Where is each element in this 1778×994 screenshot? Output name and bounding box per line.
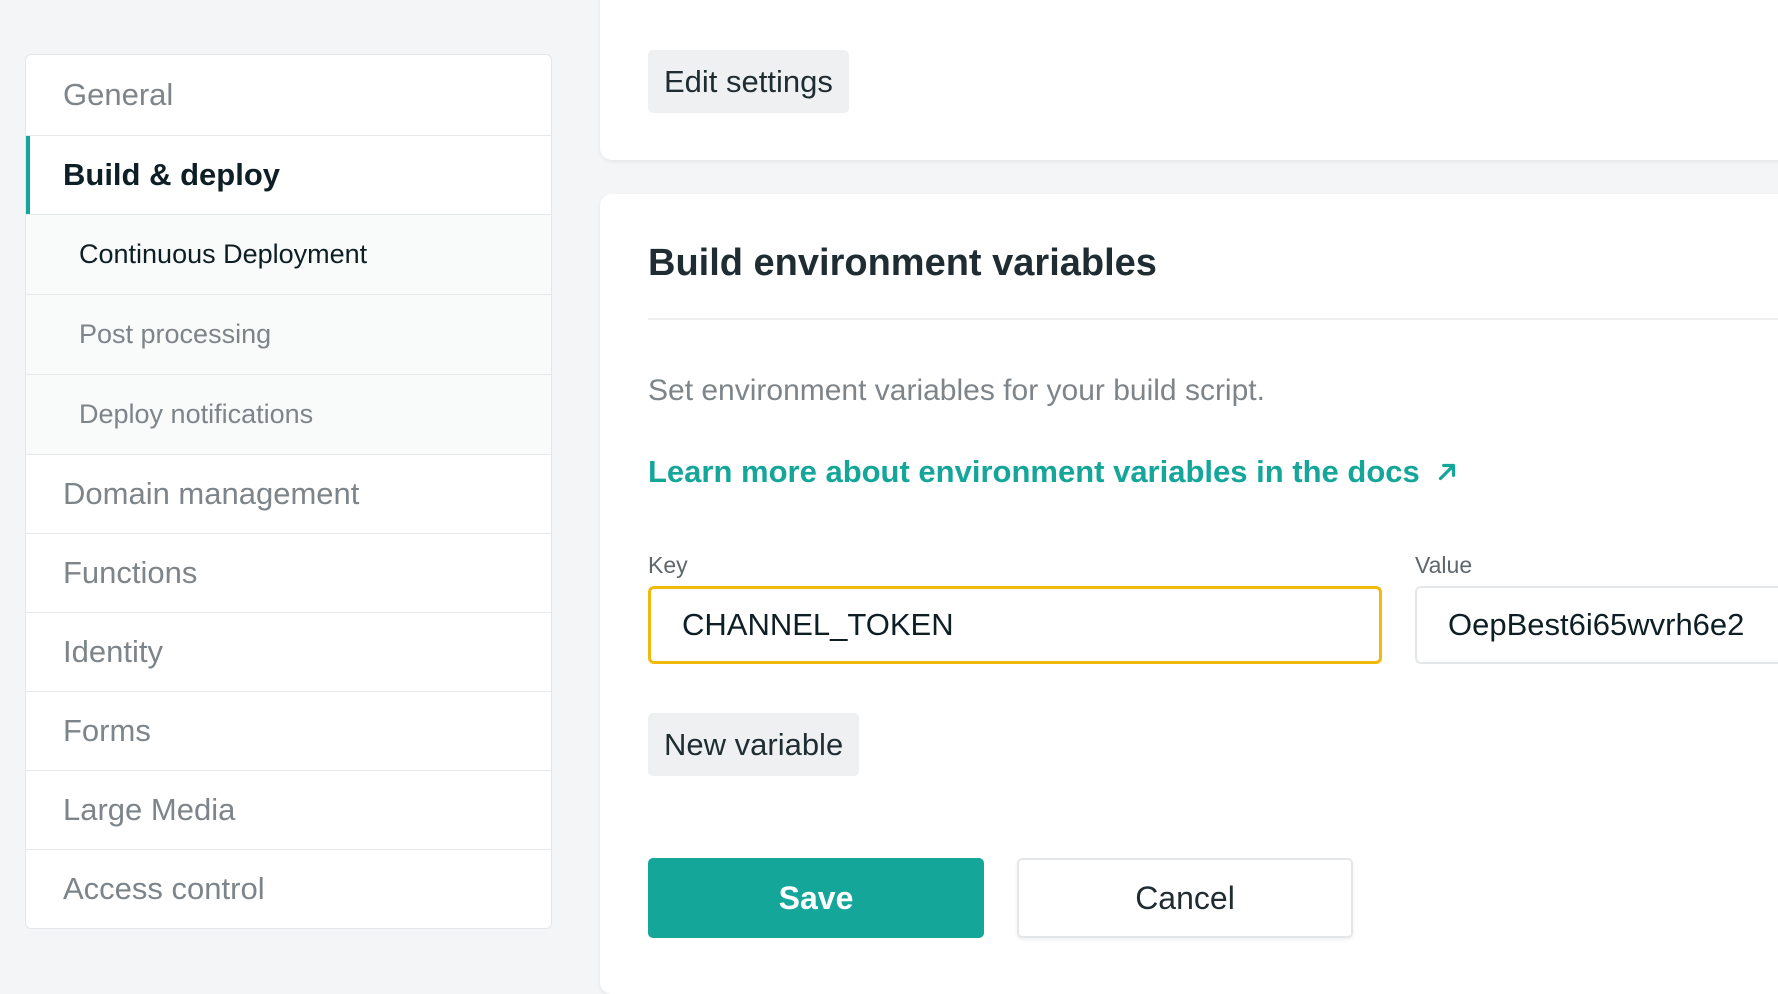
save-button[interactable]: Save bbox=[648, 858, 984, 938]
external-arrow-icon bbox=[1438, 463, 1455, 481]
cancel-button[interactable]: Cancel bbox=[1017, 858, 1353, 938]
sidebar-item-access-control[interactable]: Access control bbox=[26, 849, 551, 928]
build-settings-card: Edit settings bbox=[600, 0, 1778, 160]
sidebar-item-label: Deploy notifications bbox=[79, 399, 314, 429]
sidebar-item-large-media[interactable]: Large Media bbox=[26, 770, 551, 849]
key-input[interactable] bbox=[648, 586, 1382, 664]
edit-settings-button[interactable]: Edit settings bbox=[648, 50, 849, 113]
section-divider bbox=[648, 318, 1778, 320]
sidebar-item-label: Domain management bbox=[63, 476, 360, 511]
sidebar-item-label: Large Media bbox=[63, 792, 236, 827]
value-label: Value bbox=[1415, 552, 1473, 578]
sidebar-item-label: General bbox=[63, 77, 174, 112]
sidebar-item-label: Build & deploy bbox=[63, 157, 280, 192]
new-variable-button[interactable]: New variable bbox=[648, 713, 860, 776]
key-label: Key bbox=[648, 552, 688, 578]
sidebar-item-general[interactable]: General bbox=[26, 55, 551, 135]
sidebar-item-label: Continuous Deployment bbox=[79, 239, 368, 269]
sidebar-item-label: Identity bbox=[63, 634, 163, 669]
sidebar-item-label: Forms bbox=[63, 713, 151, 748]
docs-link-label: Learn more about environment variables i… bbox=[648, 454, 1420, 489]
sidebar-subitem-post-processing[interactable]: Post processing bbox=[26, 294, 551, 374]
settings-sidebar: General Build & deploy Continuous Deploy… bbox=[25, 54, 552, 929]
sidebar-item-build-deploy[interactable]: Build & deploy bbox=[26, 135, 551, 214]
sidebar-item-identity[interactable]: Identity bbox=[26, 612, 551, 691]
section-title: Build environment variables bbox=[648, 242, 1157, 284]
sidebar-item-functions[interactable]: Functions bbox=[26, 533, 551, 612]
docs-link[interactable]: Learn more about environment variables i… bbox=[648, 454, 1460, 490]
environment-variables-card: Build environment variables Set environm… bbox=[600, 194, 1778, 994]
sidebar-item-label: Functions bbox=[63, 555, 198, 590]
sidebar-subitem-continuous-deployment[interactable]: Continuous Deployment bbox=[26, 214, 551, 294]
sidebar-item-domain-management[interactable]: Domain management bbox=[26, 454, 551, 533]
sidebar-item-forms[interactable]: Forms bbox=[26, 691, 551, 770]
value-input[interactable] bbox=[1415, 586, 1778, 664]
section-description: Set environment variables for your build… bbox=[648, 374, 1265, 407]
sidebar-subitem-deploy-notifications[interactable]: Deploy notifications bbox=[26, 374, 551, 454]
sidebar-item-label: Post processing bbox=[79, 319, 272, 349]
sidebar-item-label: Access control bbox=[63, 871, 265, 906]
